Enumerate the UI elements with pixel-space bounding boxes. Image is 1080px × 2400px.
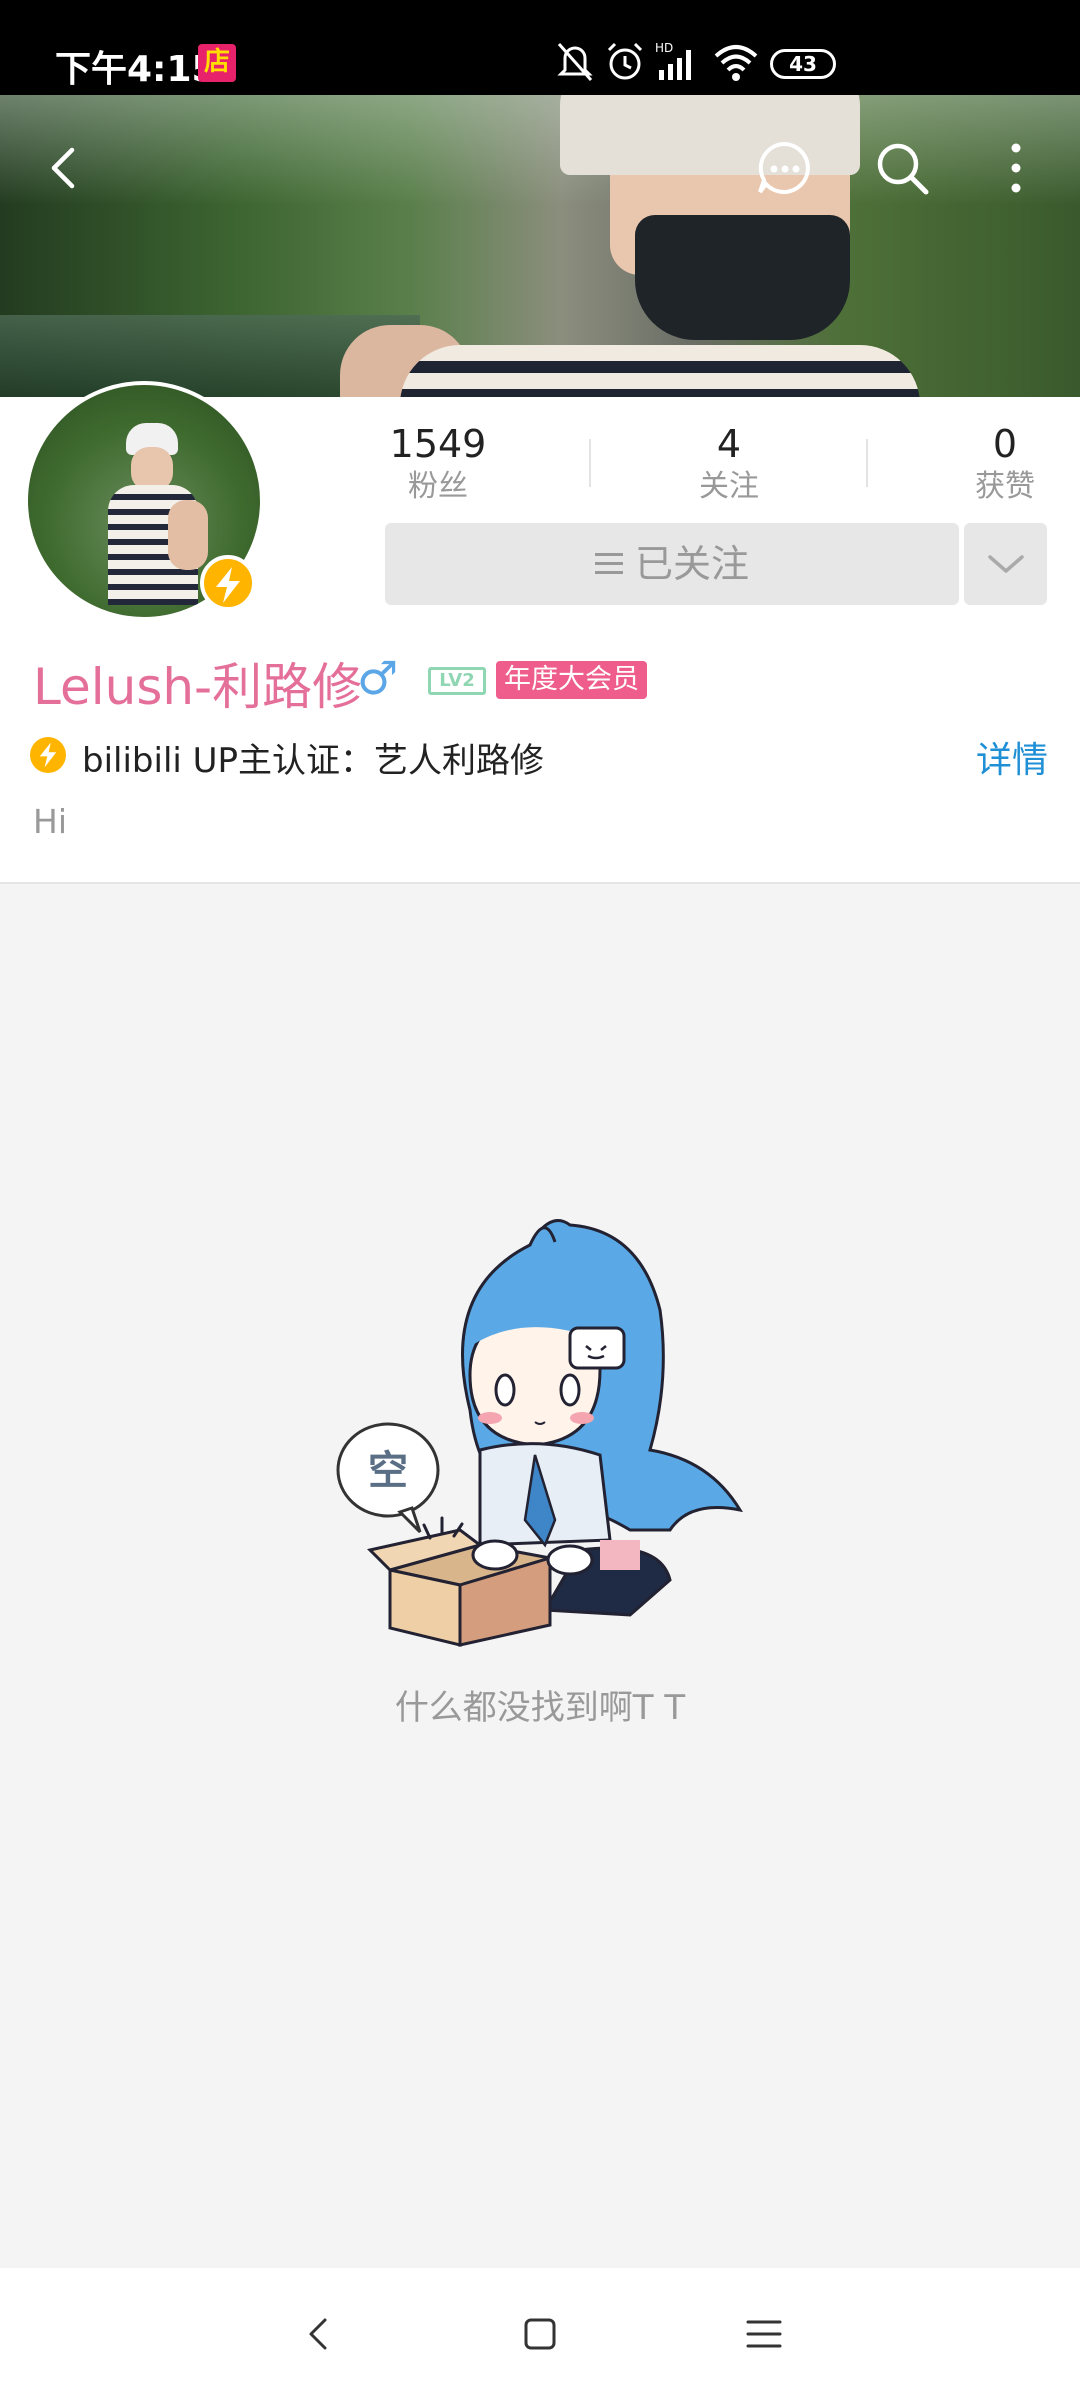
stat-likes[interactable]: 0 获赞 xyxy=(935,421,1075,507)
detail-link[interactable]: 详情 xyxy=(976,731,1048,783)
certification-text: bilibili UP主认证：艺人利路修 xyxy=(82,741,545,781)
signal-icon: HD xyxy=(655,41,691,80)
follow-dropdown-button[interactable] xyxy=(964,523,1047,605)
nav-back-icon[interactable] xyxy=(297,2312,341,2356)
chevron-down-icon xyxy=(988,555,1024,573)
status-bar: 下午4:15 店 HD 43 xyxy=(0,0,1080,95)
verified-badge xyxy=(200,555,256,611)
user-name: Lelush-利路修 xyxy=(33,658,363,716)
user-bio: Hi xyxy=(33,802,67,841)
section-divider xyxy=(0,882,1080,884)
system-nav-bar xyxy=(0,2268,1080,2400)
stat-following[interactable]: 4 关注 xyxy=(659,421,799,507)
back-button[interactable] xyxy=(36,140,92,196)
followed-label: 已关注 xyxy=(634,542,749,586)
mute-bell-icon xyxy=(557,43,593,81)
profile-header: 1549 粉丝 4 关注 0 获赞 已关注 Lelush-利路修 ♂ LV2 年… xyxy=(0,381,1080,882)
level-badge: LV2 xyxy=(428,667,486,695)
stat-followers[interactable]: 1549 粉丝 xyxy=(368,421,508,507)
banner-mask xyxy=(635,215,850,340)
alarm-icon xyxy=(607,42,643,80)
status-time: 下午4:15 xyxy=(55,49,217,90)
stat-label: 粉丝 xyxy=(408,469,468,504)
avatar-arm xyxy=(168,500,208,570)
store-notification-icon: 店 xyxy=(198,44,236,82)
search-button[interactable] xyxy=(874,140,930,196)
bubble-text: 空 xyxy=(368,1448,408,1494)
menu-lines-icon xyxy=(594,547,623,580)
nav-menu-icon[interactable] xyxy=(742,2312,786,2356)
more-options-button[interactable] xyxy=(1000,140,1056,196)
lightning-icon xyxy=(216,567,240,603)
stat-value: 0 xyxy=(992,422,1018,466)
nav-home-icon[interactable] xyxy=(518,2312,562,2356)
banner-tank-top xyxy=(400,345,920,397)
cardboard-box xyxy=(367,1528,552,1647)
stat-label: 获赞 xyxy=(975,469,1035,504)
followed-button[interactable]: 已关注 xyxy=(385,523,959,605)
speech-bubble: 空 xyxy=(336,1422,440,1534)
more-vert-icon xyxy=(1011,143,1021,193)
wifi-icon xyxy=(714,45,758,81)
message-button[interactable] xyxy=(756,140,812,196)
vip-badge[interactable]: 年度大会员 xyxy=(496,661,647,699)
stat-value: 4 xyxy=(716,422,742,466)
lightning-icon xyxy=(39,742,57,768)
certification-icon xyxy=(30,737,66,773)
stat-divider xyxy=(866,439,868,487)
svg-text:HD: HD xyxy=(655,41,673,55)
stat-label: 关注 xyxy=(699,469,759,504)
empty-state-message: 什么都没找到啊T T xyxy=(394,1688,686,1728)
search-icon xyxy=(877,143,929,195)
stat-divider xyxy=(589,439,591,487)
battery-indicator: 43 xyxy=(770,49,836,79)
back-icon xyxy=(51,147,75,189)
banner-hat xyxy=(560,95,860,175)
message-icon xyxy=(758,141,810,194)
male-gender-icon: ♂ xyxy=(357,651,399,705)
stat-value: 1549 xyxy=(389,422,487,466)
empty-state-illustration: 空 xyxy=(336,1219,744,1647)
